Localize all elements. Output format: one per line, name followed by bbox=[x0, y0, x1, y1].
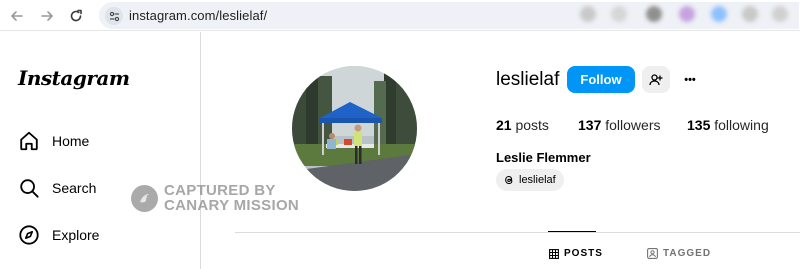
add-user-icon bbox=[649, 73, 663, 85]
url-text: instagram.com/leslielaf/ bbox=[129, 8, 268, 23]
tab-posts[interactable]: POSTS bbox=[548, 248, 603, 259]
watermark: CAPTURED BY CANARY MISSION bbox=[131, 183, 299, 213]
arrow-right-icon bbox=[41, 11, 53, 21]
tab-tagged-label: TAGGED bbox=[663, 248, 712, 259]
extension-icon[interactable] bbox=[742, 6, 758, 22]
extension-icon[interactable] bbox=[679, 6, 695, 22]
posts-count-label: posts bbox=[515, 117, 549, 133]
profile-username: leslielaf bbox=[496, 69, 560, 90]
canary-logo-icon bbox=[131, 184, 158, 212]
tab-posts-label: POSTS bbox=[564, 248, 603, 259]
reload-button[interactable] bbox=[66, 6, 86, 26]
following-count-value: 135 bbox=[687, 117, 711, 133]
back-button[interactable] bbox=[7, 6, 27, 26]
suggested-users-button[interactable] bbox=[642, 66, 670, 93]
browser-toolbar: instagram.com/leslielaf/ bbox=[0, 0, 800, 31]
instagram-logo[interactable]: Instagram bbox=[18, 66, 130, 90]
extension-icon[interactable] bbox=[772, 6, 788, 22]
tab-tagged[interactable]: TAGGED bbox=[647, 248, 711, 259]
extension-icon[interactable] bbox=[580, 6, 596, 22]
threads-icon bbox=[502, 174, 515, 187]
more-options-icon: ••• bbox=[684, 73, 696, 86]
extension-icon[interactable] bbox=[711, 6, 727, 22]
followers-link[interactable]: 137 followers bbox=[578, 117, 661, 133]
tagged-icon bbox=[647, 248, 658, 259]
more-options-button[interactable]: ••• bbox=[678, 66, 702, 93]
threads-handle: leslielaf bbox=[519, 174, 556, 186]
tabs-divider bbox=[235, 232, 800, 233]
sidebar-item-home[interactable]: Home bbox=[18, 128, 89, 154]
sidebar-item-explore[interactable]: Explore bbox=[18, 222, 99, 248]
arrow-left-icon bbox=[11, 11, 23, 21]
profile-avatar[interactable] bbox=[292, 66, 417, 191]
sidebar-item-search[interactable]: Search bbox=[18, 175, 96, 201]
follow-button[interactable]: Follow bbox=[567, 66, 635, 93]
sidebar-item-label: Home bbox=[52, 133, 90, 149]
threads-link[interactable]: leslielaf bbox=[496, 169, 564, 191]
extension-icon[interactable] bbox=[646, 6, 662, 22]
watermark-text: CAPTURED BY CANARY MISSION bbox=[164, 183, 299, 213]
posts-count: 21 posts bbox=[496, 117, 549, 133]
following-link[interactable]: 135 following bbox=[687, 117, 769, 133]
followers-count-value: 137 bbox=[578, 117, 602, 133]
active-tab-indicator bbox=[548, 231, 596, 232]
posts-count-value: 21 bbox=[496, 117, 512, 133]
avatar-photo bbox=[292, 66, 417, 191]
profile-full-name: Leslie Flemmer bbox=[496, 150, 591, 165]
grid-icon bbox=[548, 248, 559, 259]
reload-icon bbox=[70, 9, 82, 22]
watermark-line-2: CANARY MISSION bbox=[164, 197, 300, 214]
sidebar-item-label: Explore bbox=[52, 227, 100, 243]
extension-icon[interactable] bbox=[611, 6, 627, 22]
following-count-label: following bbox=[714, 117, 769, 133]
sidebar-item-label: Search bbox=[52, 180, 97, 196]
sidebar: Instagram Home Search Explore bbox=[0, 32, 201, 269]
tune-icon bbox=[109, 11, 119, 21]
search-icon bbox=[18, 177, 40, 199]
home-icon bbox=[18, 130, 40, 152]
site-info-button[interactable] bbox=[105, 7, 123, 25]
forward-button[interactable] bbox=[37, 6, 57, 26]
watermark-line-1: CAPTURED BY bbox=[164, 182, 276, 199]
compass-icon bbox=[18, 224, 40, 246]
followers-count-label: followers bbox=[605, 117, 661, 133]
